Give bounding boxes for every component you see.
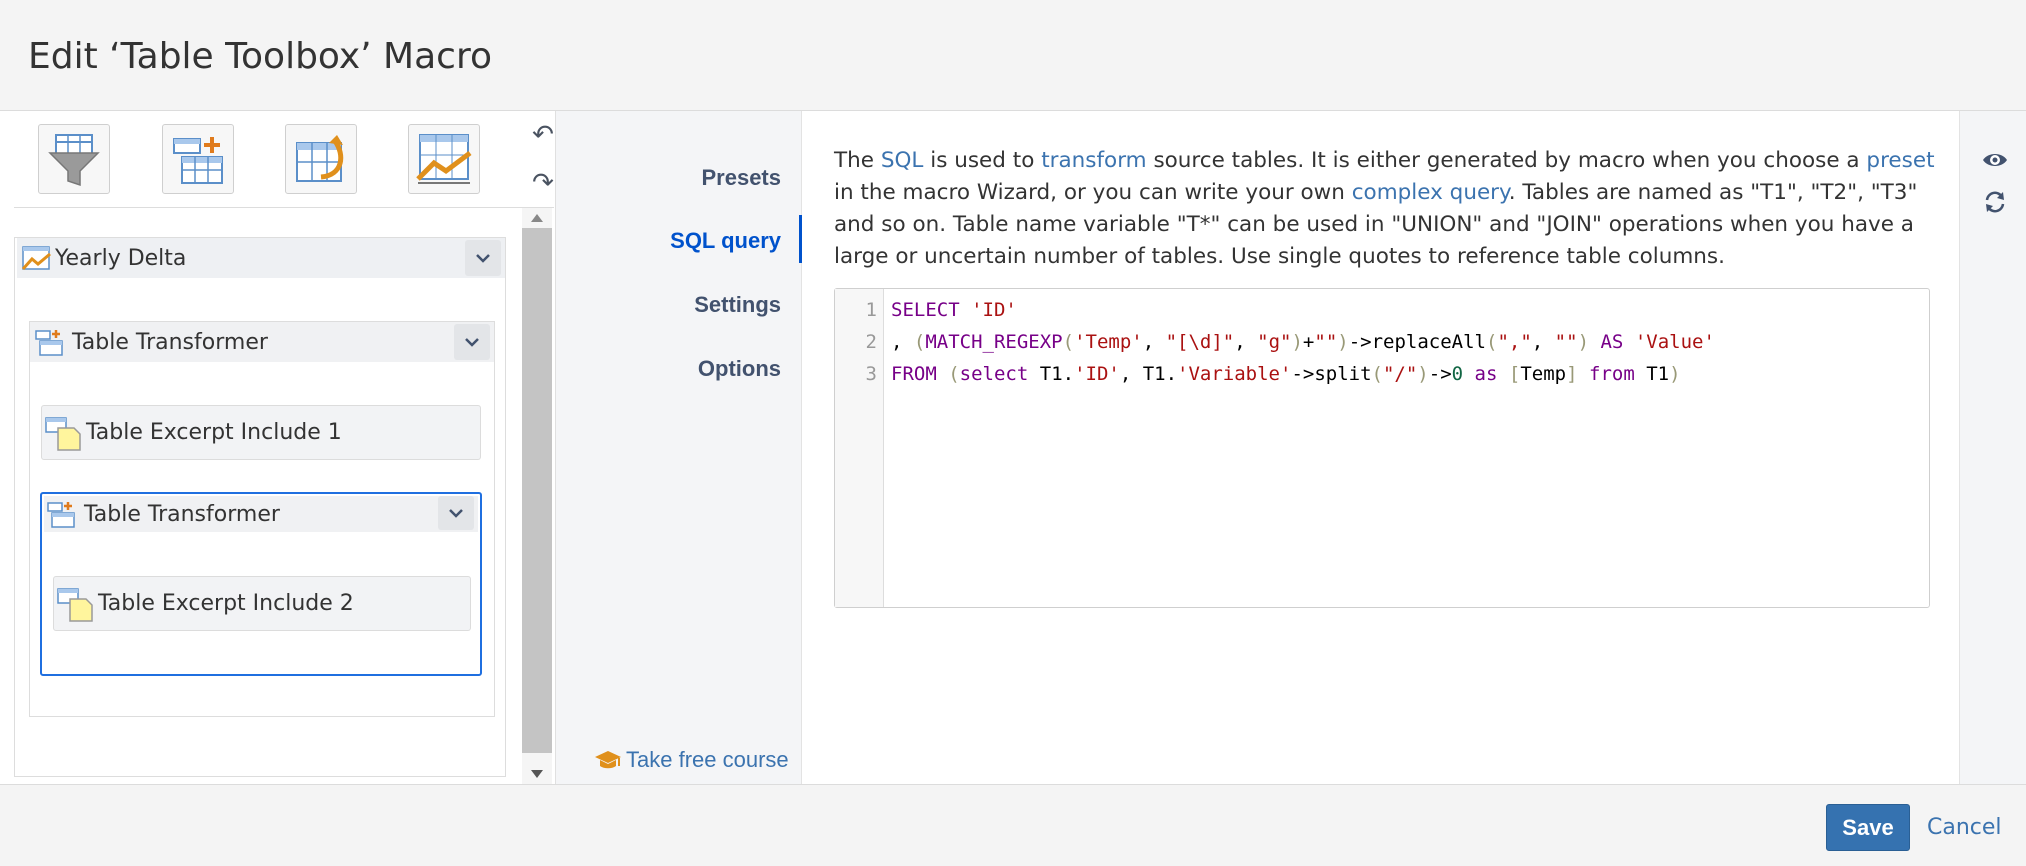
tree-node-table-transformer-2[interactable]: Table Transformer Table Excerpt Include …	[40, 492, 482, 676]
chevron-down-icon	[465, 338, 479, 347]
preview-button[interactable]	[1980, 145, 2010, 175]
tree-node-table-excerpt-include-1[interactable]: Table Excerpt Include 1	[41, 405, 481, 460]
expand-toggle[interactable]	[465, 240, 501, 276]
preset-link[interactable]: preset	[1866, 148, 1934, 173]
save-button[interactable]: Save	[1826, 804, 1910, 851]
chart-table-button[interactable]	[408, 124, 480, 194]
undo-icon: ↶	[532, 118, 554, 149]
preview-strip	[1959, 111, 2026, 784]
add-table-icon	[173, 137, 223, 184]
desc-text: is used to	[923, 148, 1042, 173]
sql-query-panel: The SQL is used to transform source tabl…	[802, 111, 1959, 784]
refresh-button[interactable]	[1980, 187, 2010, 217]
sql-link[interactable]: SQL	[881, 148, 924, 173]
course-link-label: Take free course	[626, 747, 789, 772]
pivot-table-button[interactable]	[285, 124, 357, 194]
filter-table-icon	[48, 134, 100, 187]
chart-icon	[21, 246, 51, 271]
tree-node-yearly-delta[interactable]: Yearly Delta	[17, 238, 505, 278]
redo-button[interactable]: ↷	[526, 165, 560, 199]
tree-node-label: Table Transformer	[84, 501, 280, 527]
table-transformer-icon	[35, 330, 63, 356]
dialog-header: Edit ‘Table Toolbox’ Macro	[0, 0, 2026, 111]
tree-node-label: Table Excerpt Include 1	[86, 420, 342, 445]
complex-query-link[interactable]: complex query	[1352, 180, 1509, 205]
triangle-up-icon	[531, 214, 543, 222]
undo-button[interactable]: ↶	[526, 117, 560, 151]
desc-text: source tables. It is either generated by…	[1146, 148, 1867, 173]
tree-node-table-transformer-1[interactable]: Table Transformer Table Excerpt Include …	[29, 321, 495, 717]
tree-node-label: Table Excerpt Include 2	[98, 591, 354, 616]
scroll-thumb[interactable]	[522, 228, 552, 753]
triangle-down-icon	[531, 770, 543, 778]
line-number: 1	[865, 299, 877, 321]
expand-toggle[interactable]	[454, 324, 490, 360]
cancel-link[interactable]: Cancel	[1927, 815, 2002, 840]
line-number: 2	[865, 331, 877, 353]
macro-toolbar: ↶ ↷	[14, 111, 554, 208]
tree-node-label: Yearly Delta	[55, 245, 187, 271]
table-excerpt-icon	[45, 416, 81, 451]
pivot-table-icon	[296, 135, 344, 182]
desc-text: The	[834, 148, 881, 173]
code-line[interactable]: FROM (select T1.'ID', T1.'Variable'->spl…	[891, 363, 1681, 385]
nav-sql-query[interactable]: SQL query	[670, 228, 781, 254]
macro-tree: Yearly Delta Table Transformer Table Exc…	[14, 237, 506, 777]
dialog-footer: Save Cancel	[0, 784, 2026, 866]
nav-settings[interactable]: Settings	[694, 292, 781, 318]
tree-node-label: Table Transformer	[72, 329, 268, 355]
sql-description: The SQL is used to transform source tabl…	[834, 145, 1939, 273]
dialog-body: ↶ ↷ Yearly Delta Table Transformer Table…	[0, 111, 2026, 784]
transform-link[interactable]: transform	[1041, 148, 1146, 173]
table-transformer-icon	[47, 502, 75, 528]
scroll-up-arrow[interactable]	[522, 208, 552, 228]
macro-tree-panel: ↶ ↷ Yearly Delta Table Transformer Table…	[0, 111, 556, 784]
chevron-down-icon	[476, 254, 490, 263]
filter-table-button[interactable]	[38, 124, 110, 194]
settings-nav: Presets SQL query Settings Options Take …	[556, 111, 802, 784]
line-number: 3	[865, 363, 877, 385]
nav-options[interactable]: Options	[698, 356, 781, 382]
line-number-gutter: 1 2 3	[835, 289, 884, 607]
expand-toggle[interactable]	[438, 496, 474, 530]
desc-text: in the macro Wizard, or you can write yo…	[834, 180, 1352, 205]
chevron-down-icon	[449, 509, 463, 518]
table-excerpt-icon	[57, 587, 93, 622]
tree-scrollbar[interactable]	[522, 208, 552, 784]
refresh-icon	[1985, 191, 2005, 213]
chart-table-icon	[416, 134, 472, 184]
sql-code-editor[interactable]: 1 2 3 SELECT 'ID' , (MATCH_REGEXP('Temp'…	[834, 288, 1930, 608]
add-table-button[interactable]	[162, 124, 234, 194]
scroll-down-arrow[interactable]	[522, 764, 552, 784]
code-line[interactable]: SELECT 'ID'	[891, 299, 1017, 321]
code-line[interactable]: , (MATCH_REGEXP('Temp', "[\d]", "g")+"")…	[891, 331, 1715, 353]
tree-node-table-excerpt-include-2[interactable]: Table Excerpt Include 2	[53, 576, 471, 631]
redo-icon: ↷	[532, 166, 554, 197]
nav-presets[interactable]: Presets	[701, 165, 781, 191]
graduation-cap-icon	[595, 751, 621, 769]
dialog-title: Edit ‘Table Toolbox’ Macro	[28, 36, 492, 77]
eye-icon	[1983, 154, 2007, 166]
take-free-course-link[interactable]: Take free course	[594, 747, 789, 773]
